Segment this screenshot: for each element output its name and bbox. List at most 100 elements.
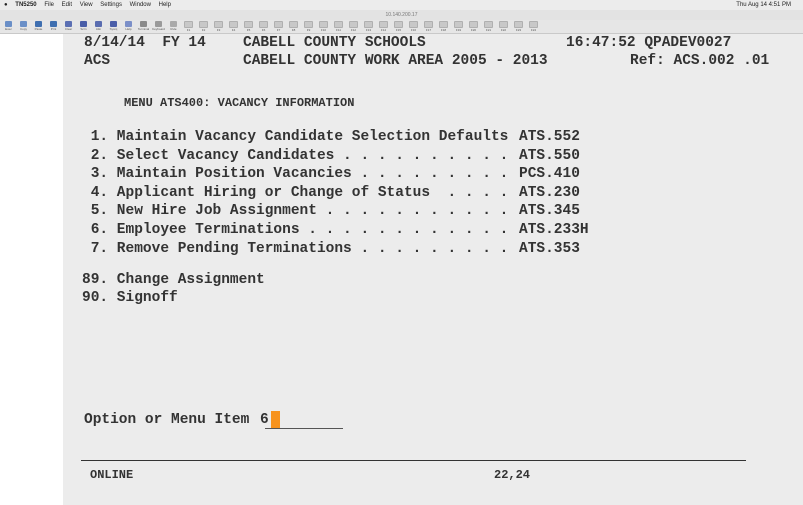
toolbar-button-f11[interactable]: F11 [332, 20, 345, 32]
toolbar-icon [349, 21, 358, 28]
toolbar-button-f22[interactable]: F22 [497, 20, 510, 32]
toolbar-icon [184, 21, 193, 28]
toolbar-button-f12[interactable]: F12 [347, 20, 360, 32]
toolbar-button-label: F8 [291, 28, 296, 32]
toolbar-button-f4[interactable]: F4 [227, 20, 240, 32]
toolbar-button-label: F9 [306, 28, 311, 32]
menubar-clock[interactable]: Thu Aug 14 4:51 PM [736, 0, 791, 10]
menu-window[interactable]: Window [130, 0, 151, 10]
menu-item[interactable]: 4. Applicant Hiring or Change of Status … [82, 184, 580, 201]
toolbar-icon [244, 21, 253, 28]
toolbar-button-keyboard[interactable]: Keyboard [152, 20, 165, 32]
menu-item-code: ATS.550 [519, 147, 580, 164]
header-time-device: 16:47:52 QPADEV0027 [566, 35, 732, 51]
toolbar-icon [529, 21, 538, 28]
menu-item[interactable]: 7. Remove Pending Terminations . . . . .… [82, 240, 580, 257]
toolbar-icon [304, 21, 313, 28]
toolbar-button-f23[interactable]: F23 [512, 20, 525, 32]
toolbar-button-label: Copy [19, 27, 27, 31]
toolbar-button-f18[interactable]: F18 [437, 20, 450, 32]
toolbar-button-label: Attn [95, 27, 102, 31]
toolbar-button-copy[interactable]: Copy [17, 20, 30, 32]
toolbar-button-label: F7 [276, 28, 281, 32]
toolbar-button-label: F11 [336, 28, 341, 32]
toolbar-button-label: F12 [350, 28, 357, 32]
toolbar-icon [514, 21, 523, 28]
toolbar-button-help[interactable]: Help [122, 20, 135, 32]
toolbar-button-label: F17 [425, 28, 432, 32]
menu-help[interactable]: Help [159, 0, 171, 10]
toolbar-button-f6[interactable]: F6 [257, 20, 270, 32]
toolbar-button-label: F19 [455, 28, 462, 32]
header-work-area: CABELL COUNTY WORK AREA 2005 - 2013 [243, 53, 548, 69]
toolbar-button-label: F21 [485, 28, 492, 32]
toolbar-button-scrn[interactable]: Scrn [77, 20, 90, 32]
toolbar-button-f8[interactable]: F8 [287, 20, 300, 32]
menu-item[interactable]: 1. Maintain Vacancy Candidate Selection … [82, 129, 580, 145]
toolbar-button-clear[interactable]: Clear [62, 20, 75, 32]
toolbar-button-f14[interactable]: F14 [377, 20, 390, 32]
menu-view[interactable]: View [80, 0, 93, 10]
menu-item-label: 5. New Hire Job Assignment . . . . . . .… [82, 203, 509, 220]
toolbar-button-f17[interactable]: F17 [422, 20, 435, 32]
menu-edit[interactable]: Edit [62, 0, 72, 10]
toolbar-button-f19[interactable]: F19 [452, 20, 465, 32]
toolbar-button-paste[interactable]: Paste [32, 20, 45, 32]
menu-file[interactable]: File [44, 0, 54, 10]
toolbar-button-label: Terminal [137, 27, 150, 31]
toolbar-button-sysrq[interactable]: Sysrq [107, 20, 120, 32]
toolbar-button-label: F1 [186, 28, 191, 32]
toolbar-button-f15[interactable]: F15 [392, 20, 405, 32]
toolbar-button-f7[interactable]: F7 [272, 20, 285, 32]
toolbar-icon [319, 21, 328, 28]
menu-item-label: 3. Maintain Position Vacancies . . . . .… [82, 166, 509, 183]
toolbar-button-label: Rule [170, 27, 177, 31]
menu-item[interactable]: 5. New Hire Job Assignment . . . . . . .… [82, 203, 580, 220]
toolbar-button-prnt[interactable]: Prnt [47, 20, 60, 32]
toolbar-button-label: F20 [470, 28, 477, 32]
menu-app-name[interactable]: TN5250 [15, 0, 36, 10]
menu-item-label: 7. Remove Pending Terminations . . . . .… [82, 240, 509, 257]
toolbar-button-f10[interactable]: F10 [317, 20, 330, 32]
menu-item-code: PCS.410 [519, 166, 580, 183]
toolbar-button-attn[interactable]: Attn [92, 20, 105, 32]
toolbar-button-f1[interactable]: F1 [182, 20, 195, 32]
toolbar-icon [274, 21, 283, 28]
menu-item-label: 4. Applicant Hiring or Change of Status … [82, 184, 509, 201]
status-divider [81, 460, 746, 461]
toolbar-button-rule[interactable]: Rule [167, 20, 180, 32]
menu-item-change-assignment[interactable]: 89. Change Assignment [82, 272, 265, 288]
menu-item[interactable]: 3. Maintain Position Vacancies . . . . .… [82, 166, 580, 183]
menu-item-code: ATS.233H [519, 222, 589, 238]
menu-item-signoff[interactable]: 90. Signoff [82, 290, 178, 306]
menu-item[interactable]: 6. Employee Terminations . . . . . . . .… [82, 222, 589, 238]
toolbar-button-f21[interactable]: F21 [482, 20, 495, 32]
toolbar-button-label: F18 [440, 28, 447, 32]
toolbar-button-f3[interactable]: F3 [212, 20, 225, 32]
toolbar-icon [454, 21, 463, 28]
header-system: ACS [84, 53, 111, 69]
toolbar-icon [439, 21, 448, 28]
terminal-screen[interactable]: 8/14/14 FY 14 CABELL COUNTY SCHOOLS 16:4… [63, 34, 803, 505]
option-input-value[interactable]: 6 [260, 411, 269, 429]
toolbar-icon [334, 21, 343, 28]
toolbar-icon [484, 21, 493, 28]
toolbar-button-exec[interactable]: Exec [2, 20, 15, 32]
toolbar-button-f2[interactable]: F2 [197, 20, 210, 32]
toolbar-button-f5[interactable]: F5 [242, 20, 255, 32]
toolbar-icon [259, 21, 268, 28]
toolbar-icon [409, 21, 418, 28]
toolbar-button-terminal[interactable]: Terminal [137, 20, 150, 32]
toolbar-button-label: F6 [261, 28, 266, 32]
toolbar-button-f9[interactable]: F9 [302, 20, 315, 32]
apple-icon[interactable]: ● [4, 0, 8, 10]
toolbar-button-f13[interactable]: F13 [362, 20, 375, 32]
text-cursor [271, 411, 280, 428]
toolbar: Exec Copy Paste Prnt Clear Scrn Attn Sysrq Help T… [0, 20, 803, 34]
toolbar-button-f20[interactable]: F20 [467, 20, 480, 32]
toolbar-button-label: Prnt [50, 27, 57, 31]
toolbar-button-f24[interactable]: F24 [527, 20, 540, 32]
menu-item[interactable]: 2. Select Vacancy Candidates . . . . . .… [82, 148, 580, 164]
toolbar-button-f16[interactable]: F16 [407, 20, 420, 32]
menu-settings[interactable]: Settings [100, 0, 122, 10]
